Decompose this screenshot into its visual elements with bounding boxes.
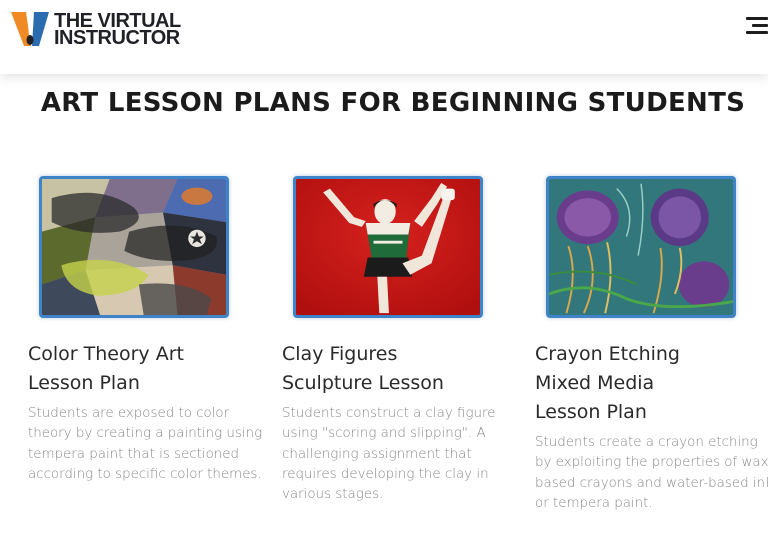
title-line: Lesson Plan [535, 401, 647, 423]
clay-cheerleader-image[interactable] [293, 176, 483, 318]
site-logo[interactable]: THE VIRTUAL INSTRUCTOR [10, 8, 181, 52]
lesson-description: Students create a crayon etching by expl… [535, 435, 768, 511]
lesson-card-clay-figures: Clay Figures Sculpture Lesson Students c… [282, 176, 522, 505]
title-line: Crayon Etching [535, 343, 680, 365]
site-header: THE VIRTUAL INSTRUCTOR [0, 0, 768, 74]
title-line: Mixed Media [535, 372, 655, 394]
logo-line-2: INSTRUCTOR [54, 27, 180, 49]
logo-wordmark: THE VIRTUAL INSTRUCTOR [54, 11, 181, 49]
jellyfish-etching-image[interactable] [546, 176, 736, 318]
lesson-title-link[interactable]: Crayon Etching Mixed Media Lesson Plan [535, 340, 768, 427]
lesson-description: Students are exposed to color theory by … [28, 406, 263, 482]
lesson-card-crayon-etching: Crayon Etching Mixed Media Lesson Plan S… [535, 176, 768, 514]
hamburger-menu-icon[interactable] [744, 14, 768, 36]
title-line: Lesson Plan [28, 372, 140, 394]
title-line: Color Theory Art [28, 343, 184, 365]
lesson-title-link[interactable]: Clay Figures Sculpture Lesson [282, 340, 522, 398]
lesson-title-link[interactable]: Color Theory Art Lesson Plan [28, 340, 268, 398]
page-title: ART LESSON PLANS FOR BEGINNING STUDENTS [40, 88, 746, 118]
lesson-card-color-theory: Color Theory Art Lesson Plan Students ar… [28, 176, 268, 485]
title-line: Clay Figures [282, 343, 398, 365]
brush-logo-icon [10, 10, 50, 50]
sneakers-painting-image[interactable] [39, 176, 229, 318]
title-line: Sculpture Lesson [282, 372, 444, 394]
lesson-description: Students construct a clay figure using "… [282, 406, 496, 503]
